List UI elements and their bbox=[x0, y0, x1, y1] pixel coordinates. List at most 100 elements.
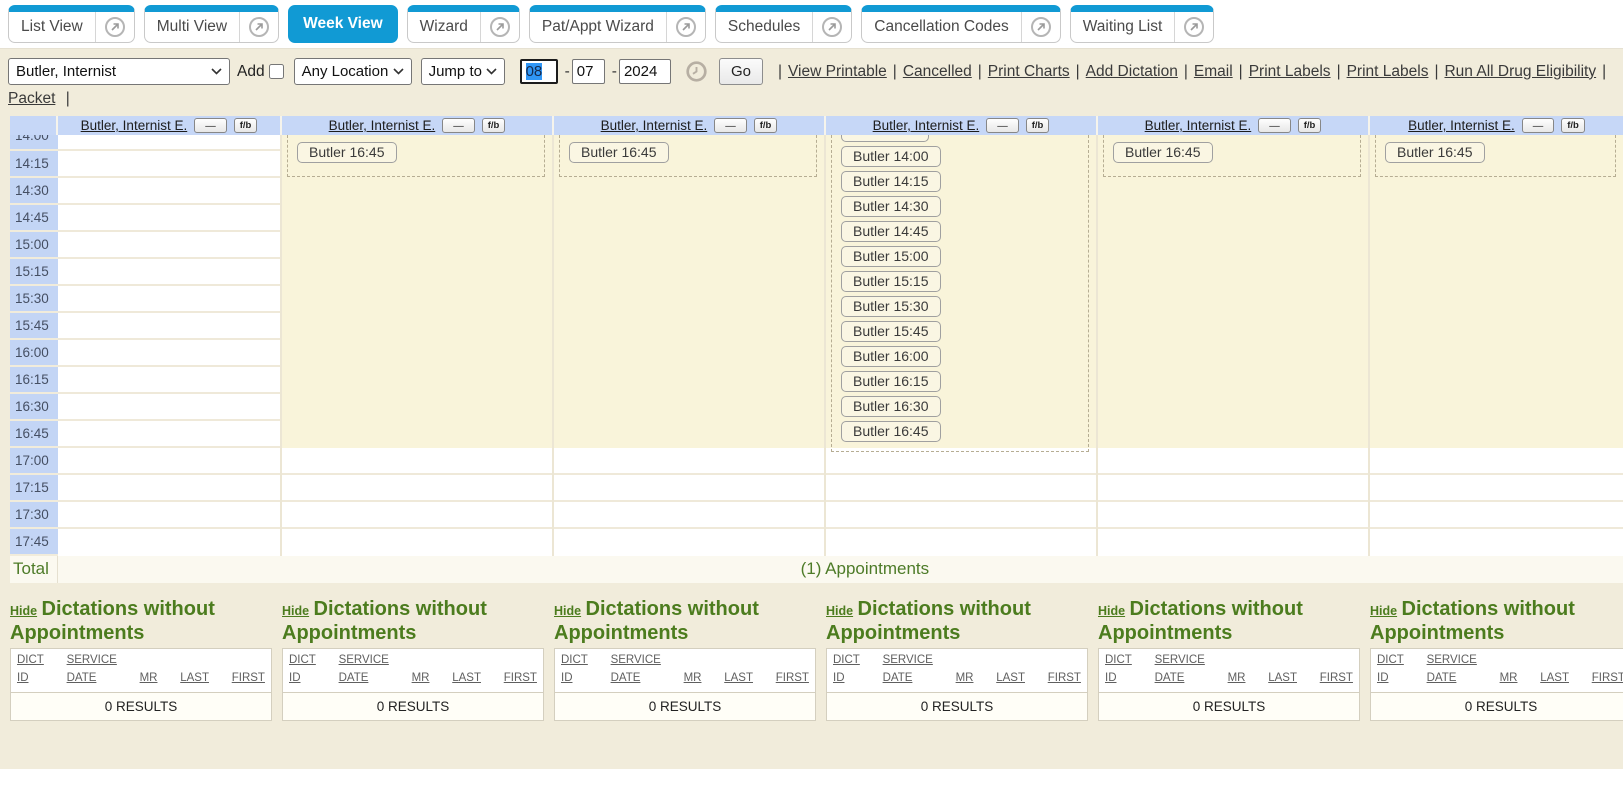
print-labels-link[interactable]: Print Labels bbox=[1249, 63, 1331, 81]
print-labels-link[interactable]: Print Labels bbox=[1347, 63, 1429, 81]
tab-wizard[interactable]: Wizard bbox=[407, 5, 520, 43]
provider-schedule-link[interactable]: Butler, Internist E. bbox=[601, 118, 708, 133]
packet-link[interactable]: Packet bbox=[8, 90, 55, 107]
tab-list-view[interactable]: List View bbox=[8, 5, 135, 43]
popup-button[interactable] bbox=[239, 12, 278, 42]
hide-dictations-link[interactable]: Hide bbox=[282, 604, 309, 618]
date-month-input[interactable]: 08 bbox=[520, 59, 558, 84]
open-slot-button[interactable]: Butler 16:00 bbox=[841, 346, 941, 367]
add-dictation-link[interactable]: Add Dictation bbox=[1086, 63, 1178, 81]
tab-pat-appt-wizard[interactable]: Pat/Appt Wizard bbox=[529, 5, 706, 43]
forward-book-button[interactable]: f/b bbox=[482, 118, 506, 133]
col-service-date[interactable]: SERVICEDATE bbox=[883, 652, 933, 688]
forward-book-button[interactable]: f/b bbox=[1026, 118, 1050, 133]
popup-button[interactable] bbox=[1174, 12, 1213, 42]
open-slot-button[interactable]: Butler 16:30 bbox=[841, 396, 941, 417]
col-first[interactable]: FIRST bbox=[504, 670, 537, 688]
open-slot-button[interactable]: Butler 16:45 bbox=[1113, 142, 1213, 163]
collapse-column-button[interactable]: — bbox=[1522, 118, 1555, 133]
col-service-date[interactable]: SERVICEDATE bbox=[339, 652, 389, 688]
run-all-drug-eligibility-link[interactable]: Run All Drug Eligibility bbox=[1444, 63, 1596, 81]
col-last[interactable]: LAST bbox=[996, 670, 1025, 688]
col-service-date[interactable]: SERVICEDATE bbox=[1155, 652, 1205, 688]
jump-to-select[interactable]: Jump to bbox=[421, 58, 505, 85]
col-last[interactable]: LAST bbox=[724, 670, 753, 688]
clipped-slot-button[interactable] bbox=[841, 135, 929, 142]
open-slot-button[interactable]: Butler 14:00 bbox=[841, 146, 941, 167]
provider-schedule-link[interactable]: Butler, Internist E. bbox=[873, 118, 980, 133]
day-column-1[interactable] bbox=[58, 135, 282, 556]
forward-book-button[interactable]: f/b bbox=[234, 118, 258, 133]
col-first[interactable]: FIRST bbox=[1048, 670, 1081, 688]
day-column-4[interactable]: Butler 14:00 Butler 14:15 Butler 14:30 B… bbox=[826, 135, 1098, 556]
provider-schedule-link[interactable]: Butler, Internist E. bbox=[1145, 118, 1252, 133]
tab-waiting-list[interactable]: Waiting List bbox=[1070, 5, 1215, 43]
forward-book-button[interactable]: f/b bbox=[1298, 118, 1322, 133]
hide-dictations-link[interactable]: Hide bbox=[554, 604, 581, 618]
hide-dictations-link[interactable]: Hide bbox=[10, 604, 37, 618]
col-service-date[interactable]: SERVICEDATE bbox=[67, 652, 117, 688]
open-slot-button[interactable]: Butler 16:45 bbox=[841, 421, 941, 442]
print-charts-link[interactable]: Print Charts bbox=[988, 63, 1070, 81]
day-column-3[interactable]: Butler 16:45 bbox=[554, 135, 826, 556]
hide-dictations-link[interactable]: Hide bbox=[1098, 604, 1125, 618]
view-printable-link[interactable]: View Printable bbox=[788, 63, 887, 81]
col-mr[interactable]: MR bbox=[1228, 670, 1246, 688]
forward-book-button[interactable]: f/b bbox=[1561, 118, 1585, 133]
col-first[interactable]: FIRST bbox=[1592, 670, 1623, 688]
col-last[interactable]: LAST bbox=[180, 670, 209, 688]
col-last[interactable]: LAST bbox=[452, 670, 481, 688]
open-slot-button[interactable]: Butler 15:15 bbox=[841, 271, 941, 292]
provider-schedule-link[interactable]: Butler, Internist E. bbox=[329, 118, 436, 133]
popup-button[interactable] bbox=[666, 12, 705, 42]
provider-select[interactable]: Butler, Internist bbox=[8, 58, 230, 85]
col-dict-id[interactable]: DICTID bbox=[17, 652, 44, 688]
col-mr[interactable]: MR bbox=[684, 670, 702, 688]
col-service-date[interactable]: SERVICEDATE bbox=[1427, 652, 1477, 688]
add-checkbox[interactable] bbox=[269, 64, 284, 79]
date-picker-button[interactable] bbox=[685, 60, 708, 83]
popup-button[interactable] bbox=[95, 12, 134, 42]
col-mr[interactable]: MR bbox=[140, 670, 158, 688]
day-column-5[interactable]: Butler 16:45 bbox=[1098, 135, 1370, 556]
open-slot-button[interactable]: Butler 15:00 bbox=[841, 246, 941, 267]
open-slot-button[interactable]: Butler 16:15 bbox=[841, 371, 941, 392]
col-dict-id[interactable]: DICTID bbox=[289, 652, 316, 688]
col-mr[interactable]: MR bbox=[1500, 670, 1518, 688]
collapse-column-button[interactable]: — bbox=[194, 118, 227, 133]
collapse-column-button[interactable]: — bbox=[442, 118, 475, 133]
location-select[interactable]: Any Location bbox=[294, 58, 412, 85]
date-day-input[interactable]: 07 bbox=[572, 59, 605, 84]
col-dict-id[interactable]: DICTID bbox=[833, 652, 860, 688]
day-column-6[interactable]: Butler 16:45 bbox=[1370, 135, 1623, 556]
col-dict-id[interactable]: DICTID bbox=[1377, 652, 1404, 688]
email-link[interactable]: Email bbox=[1194, 63, 1233, 81]
col-last[interactable]: LAST bbox=[1268, 670, 1297, 688]
open-slot-button[interactable]: Butler 14:15 bbox=[841, 171, 941, 192]
provider-schedule-link[interactable]: Butler, Internist E. bbox=[1408, 118, 1515, 133]
open-slot-button[interactable]: Butler 16:45 bbox=[1385, 142, 1485, 163]
col-mr[interactable]: MR bbox=[412, 670, 430, 688]
col-last[interactable]: LAST bbox=[1540, 670, 1569, 688]
forward-book-button[interactable]: f/b bbox=[754, 118, 778, 133]
collapse-column-button[interactable]: — bbox=[1258, 118, 1291, 133]
day-column-2[interactable]: Butler 16:45 bbox=[282, 135, 554, 556]
col-first[interactable]: FIRST bbox=[776, 670, 809, 688]
popup-button[interactable] bbox=[1021, 12, 1060, 42]
hide-dictations-link[interactable]: Hide bbox=[1370, 604, 1397, 618]
collapse-column-button[interactable]: — bbox=[986, 118, 1019, 133]
provider-schedule-link[interactable]: Butler, Internist E. bbox=[81, 118, 188, 133]
date-year-input[interactable]: 2024 bbox=[619, 59, 671, 84]
hide-dictations-link[interactable]: Hide bbox=[826, 604, 853, 618]
go-button[interactable]: Go bbox=[719, 58, 763, 85]
collapse-column-button[interactable]: — bbox=[714, 118, 747, 133]
open-slot-button[interactable]: Butler 14:45 bbox=[841, 221, 941, 242]
cancelled-link[interactable]: Cancelled bbox=[903, 63, 972, 81]
popup-button[interactable] bbox=[812, 12, 851, 42]
open-slot-button[interactable]: Butler 14:30 bbox=[841, 196, 941, 217]
col-dict-id[interactable]: DICTID bbox=[561, 652, 588, 688]
col-first[interactable]: FIRST bbox=[1320, 670, 1353, 688]
tab-schedules[interactable]: Schedules bbox=[715, 5, 852, 43]
col-first[interactable]: FIRST bbox=[232, 670, 265, 688]
tab-multi-view[interactable]: Multi View bbox=[144, 5, 279, 43]
